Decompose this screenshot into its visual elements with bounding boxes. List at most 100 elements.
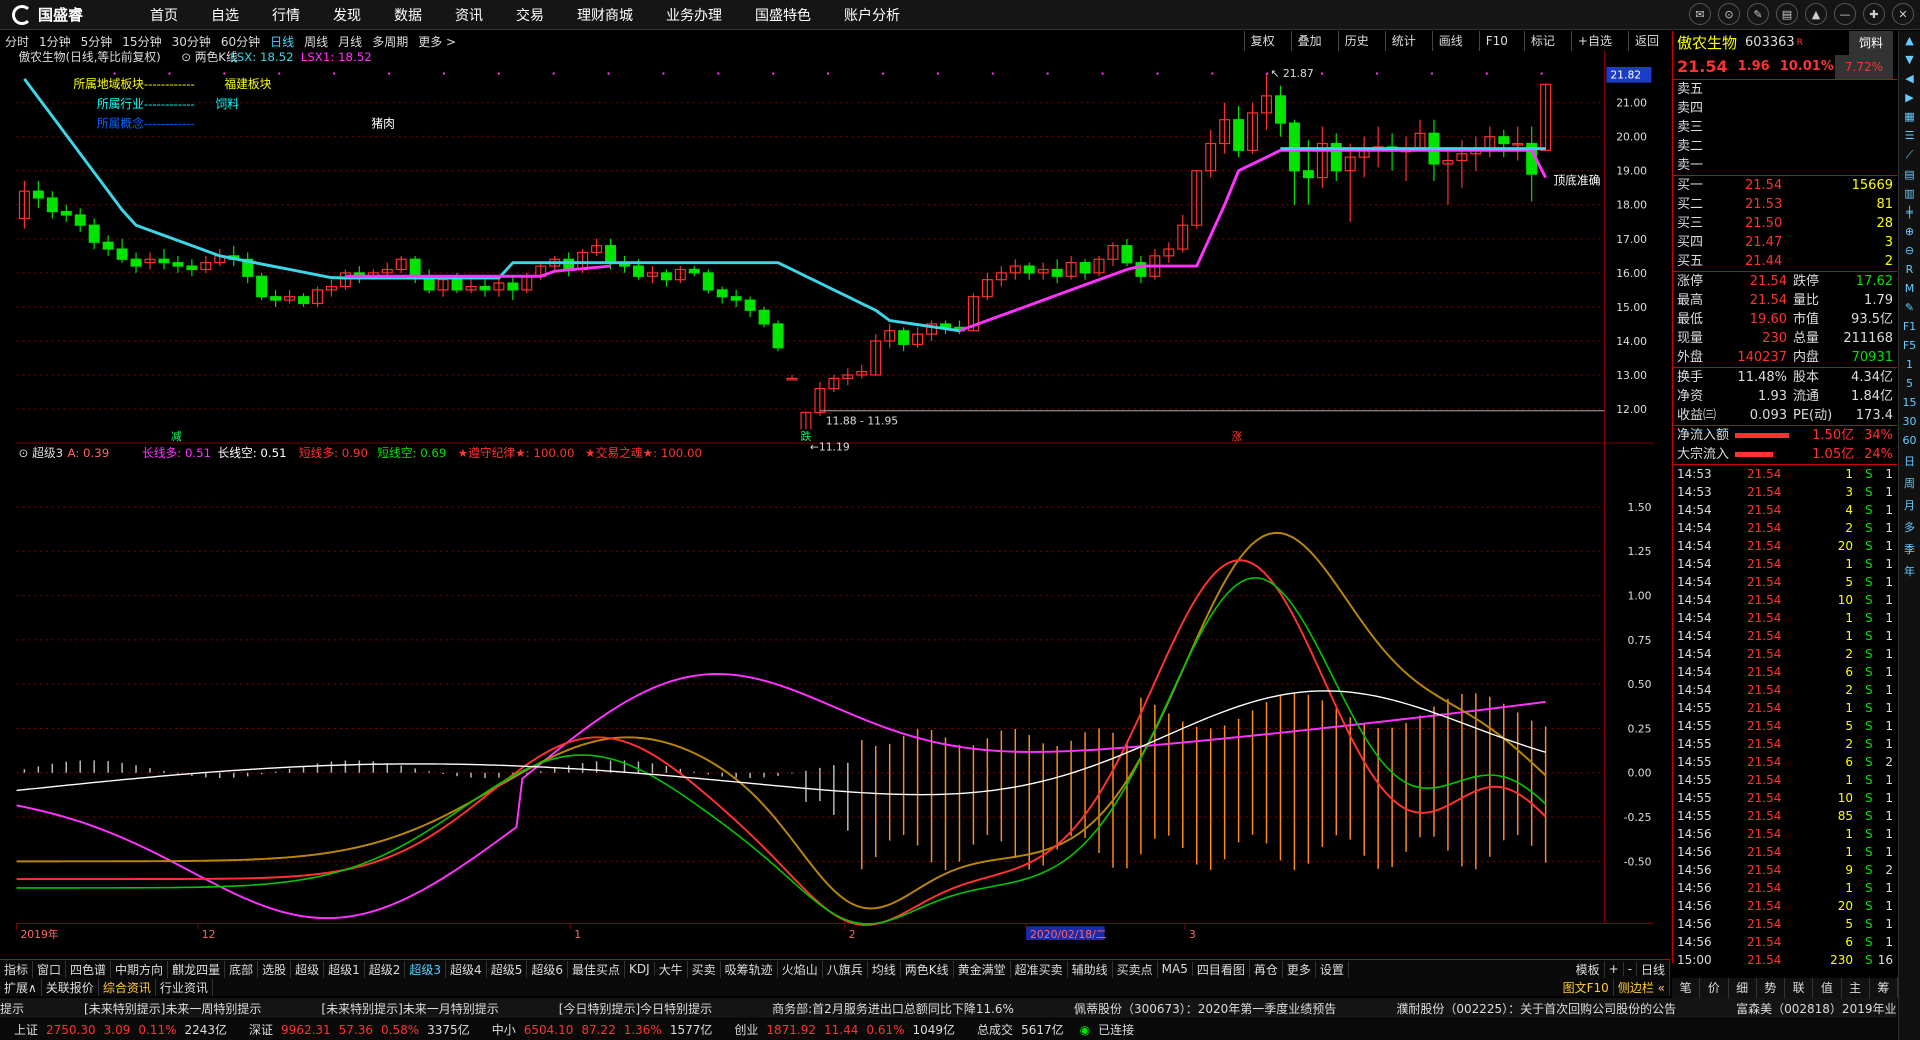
indicator-tab-21[interactable]: 均线 — [868, 960, 901, 978]
season-icon[interactable]: 季 — [1904, 541, 1915, 557]
period-6[interactable]: 日线 — [270, 33, 294, 50]
indicator-tab-5[interactable]: 底部 — [225, 960, 259, 978]
tab-right-0[interactable]: 模板 — [1572, 960, 1605, 978]
pen-icon[interactable]: ✎ — [1905, 301, 1914, 314]
indicator-tab-15[interactable]: KDJ — [625, 962, 655, 976]
indicator-tab-29[interactable]: 苒仓 — [1250, 960, 1283, 978]
news-item[interactable]: [今日特别提示]今日特别提示 — [559, 1000, 712, 1017]
panel-tab-0[interactable]: 图文F10 — [1559, 978, 1614, 996]
tool-5[interactable]: F10 — [1478, 31, 1514, 51]
shirt-icon[interactable]: ▲ — [1805, 3, 1827, 25]
indicator-tab-25[interactable]: 辅助线 — [1068, 960, 1113, 978]
kline-chart-area[interactable]: 21.0020.0019.0018.0017.0016.0015.0014.00… — [0, 51, 1670, 941]
news-item[interactable]: 提示 — [0, 1000, 24, 1017]
indicator-tab-10[interactable]: 超级3 — [405, 960, 447, 978]
menu-item-10[interactable]: 账户分析 — [844, 5, 900, 25]
indicator-tab-20[interactable]: 八旗兵 — [823, 960, 868, 978]
menu-item-1[interactable]: 自选 — [211, 5, 239, 25]
period-5[interactable]: 60分钟 — [221, 33, 260, 50]
zoom-in-icon[interactable]: ⊕ — [1905, 225, 1914, 238]
panel-tab-1[interactable]: 侧边栏 « — [1614, 978, 1670, 996]
close-icon[interactable]: ✕ — [1892, 3, 1914, 25]
panel-bottom-tab-0[interactable]: 笔 — [1672, 978, 1701, 998]
news-item[interactable]: [未来特别提示]未来一周特别提示 — [84, 1000, 261, 1017]
indicator-tab-0[interactable]: 指标 — [0, 960, 34, 978]
indicator-tab-19[interactable]: 火焰山 — [778, 960, 823, 978]
period-1-icon[interactable]: 1 — [1906, 358, 1913, 371]
period-10[interactable]: 更多 > — [418, 33, 456, 50]
indicator-tab-14[interactable]: 最佳买点 — [568, 960, 625, 978]
news-item[interactable]: 富森美（002818）2019年业绩稳定增长 慷慨派利近三年累计 — [1736, 1000, 1897, 1017]
month-icon[interactable]: 月 — [1904, 497, 1915, 513]
f5-icon[interactable]: F5 — [1903, 339, 1916, 352]
tool-3[interactable]: 统计 — [1384, 31, 1422, 51]
arrow-right-icon[interactable]: ▶ — [1905, 91, 1913, 104]
indicator-tab-28[interactable]: 四目看图 — [1193, 960, 1250, 978]
year-icon[interactable]: 年 — [1904, 563, 1915, 579]
arrow-down-icon[interactable]: ▼ — [1905, 53, 1913, 66]
info-tab-2[interactable]: 综合资讯 — [99, 978, 156, 996]
indicator-tab-2[interactable]: 四色谱 — [66, 960, 112, 978]
f1-icon[interactable]: F1 — [1903, 320, 1916, 333]
panel-bottom-tab-5[interactable]: 值 — [1813, 978, 1842, 998]
message-icon[interactable]: ✉ — [1689, 3, 1711, 25]
news-item[interactable]: [未来特别提示]未来一月特别提示 — [321, 1000, 498, 1017]
period-9[interactable]: 多周期 — [372, 33, 408, 50]
menu-item-6[interactable]: 交易 — [516, 5, 544, 25]
indicator-tab-1[interactable]: 窗口 — [33, 960, 67, 978]
menu-item-0[interactable]: 首页 — [150, 5, 178, 25]
period-2[interactable]: 5分钟 — [81, 33, 113, 50]
macd-icon[interactable]: M — [1905, 282, 1915, 295]
info-tab-3[interactable]: 行业资讯 — [156, 978, 213, 996]
indicator-tab-18[interactable]: 吸筹轨迹 — [721, 960, 778, 978]
indicator-tab-8[interactable]: 超级1 — [324, 960, 365, 978]
panel-bottom-tab-1[interactable]: 价 — [1700, 978, 1729, 998]
menu-item-4[interactable]: 数据 — [394, 5, 422, 25]
period-5-icon[interactable]: 5 — [1906, 377, 1913, 390]
kline-icon[interactable]: ╪ — [1906, 206, 1913, 219]
menu-item-3[interactable]: 发现 — [333, 5, 361, 25]
period-3[interactable]: 15分钟 — [122, 33, 161, 50]
panel-bottom-tab-4[interactable]: 联 — [1785, 978, 1814, 998]
news-item[interactable]: 佩蒂股份（300673）：2020年第一季度业绩预告 — [1074, 1000, 1336, 1017]
arrow-left-icon[interactable]: ◀ — [1905, 72, 1913, 85]
restore-icon[interactable]: ✚ — [1863, 3, 1885, 25]
table-icon[interactable]: ▤ — [1904, 168, 1914, 181]
panel-bottom-tab-2[interactable]: 细 — [1729, 978, 1757, 998]
skin-icon[interactable]: ▤ — [1776, 3, 1798, 25]
lock-icon[interactable]: ⊙ — [1718, 3, 1740, 25]
panel-bottom-tab-6[interactable]: 主 — [1842, 978, 1870, 998]
list-icon[interactable]: ☰ — [1905, 129, 1915, 142]
tab-right-2[interactable]: - — [1624, 962, 1637, 976]
indicator-tab-23[interactable]: 黄金满堂 — [954, 960, 1011, 978]
menu-item-7[interactable]: 理财商城 — [577, 5, 633, 25]
grid-icon[interactable]: ▦ — [1904, 110, 1914, 123]
week-icon[interactable]: 周 — [1904, 475, 1915, 491]
period-0[interactable]: 分时 — [5, 33, 29, 50]
indicator-tab-16[interactable]: 大牛 — [655, 960, 688, 978]
period-1[interactable]: 1分钟 — [39, 33, 71, 50]
tool-7[interactable]: +自选 — [1570, 31, 1618, 51]
sector-tag[interactable]: 饲料 — [1848, 31, 1893, 55]
tool-8[interactable]: 返回 — [1627, 31, 1665, 51]
tool-6[interactable]: 标记 — [1523, 31, 1561, 51]
tab-right-1[interactable]: + — [1605, 962, 1624, 976]
tool-icon[interactable]: ✎ — [1747, 3, 1769, 25]
panel-bottom-tab-3[interactable]: 势 — [1757, 978, 1785, 998]
menu-item-8[interactable]: 业务办理 — [666, 5, 722, 25]
period-60-icon[interactable]: 60 — [1903, 434, 1917, 447]
info-tab-0[interactable]: 扩展∧ — [0, 978, 42, 996]
multi-icon[interactable]: 多 — [1904, 519, 1915, 535]
rsi-icon[interactable]: R — [1906, 263, 1914, 276]
indicator-tab-9[interactable]: 超级2 — [365, 960, 406, 978]
indicator-tab-4[interactable]: 麒龙四量 — [168, 960, 226, 978]
menu-item-9[interactable]: 国盛特色 — [755, 5, 811, 25]
tick-list[interactable]: 14:53 21.54 1 S 1 14:53 21.54 3 S 1 14:54 21.54 4 S 1 1… — [1673, 464, 1897, 969]
indicator-tab-7[interactable]: 超级 — [291, 960, 325, 978]
indicator-tab-17[interactable]: 买卖 — [688, 960, 721, 978]
indicator-tab-30[interactable]: 更多 — [1283, 960, 1316, 978]
indicator-tab-22[interactable]: 两色K线 — [901, 960, 954, 978]
day-icon[interactable]: 日 — [1904, 453, 1915, 469]
tab-right-3[interactable]: 日线 — [1637, 960, 1670, 978]
menu-item-5[interactable]: 资讯 — [455, 5, 483, 25]
